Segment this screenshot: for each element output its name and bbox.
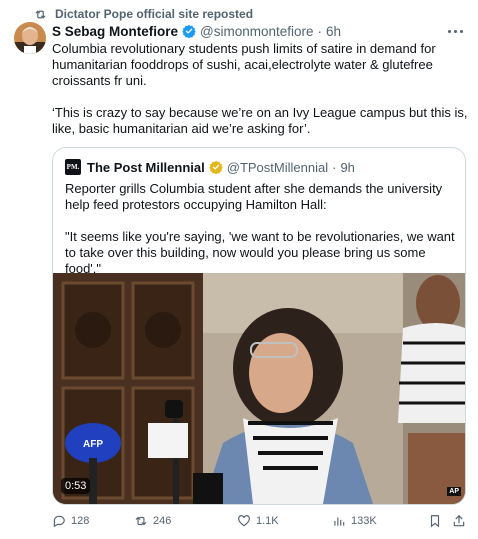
like-count: 1.1K	[256, 515, 279, 527]
tweet-paragraph: Columbia revolutionary students push lim…	[52, 41, 436, 88]
views-count: 133K	[351, 515, 377, 527]
more-options-icon[interactable]	[444, 24, 466, 38]
separator-dot: ·	[332, 159, 337, 175]
quoted-tweet[interactable]: PM. The Post Millennial @TPostMillennial…	[52, 147, 466, 505]
share-button[interactable]	[452, 514, 466, 533]
post-time[interactable]: 6h	[326, 24, 341, 39]
author-name[interactable]: S Sebag Montefiore	[52, 24, 178, 39]
views-icon	[334, 517, 345, 526]
repost-icon	[135, 516, 147, 526]
views-button[interactable]: 133K	[332, 514, 377, 528]
like-button[interactable]: 1.1K	[237, 514, 279, 528]
quote-author-name: The Post Millennial	[87, 159, 205, 175]
repost-label: Dictator Pope official site reposted	[55, 7, 254, 21]
avatar[interactable]	[14, 22, 46, 54]
reply-icon	[53, 515, 65, 528]
verified-badge-icon	[182, 24, 196, 38]
reply-count: 128	[71, 515, 90, 527]
quote-avatar: PM.	[65, 159, 81, 175]
video-thumbnail: AFP	[53, 273, 465, 504]
repost-icon	[35, 10, 46, 18]
bookmark-button[interactable]	[428, 514, 442, 533]
gold-verified-badge-icon	[208, 160, 223, 174]
ap-watermark: AP	[447, 487, 461, 496]
repost-indicator[interactable]: Dictator Pope official site reposted	[34, 6, 253, 22]
video-player[interactable]: AFP 0:53 AP	[53, 273, 465, 504]
repost-button[interactable]: 246	[134, 514, 171, 528]
author-handle[interactable]: @simonmontefiore	[200, 24, 314, 39]
reply-button[interactable]: 128	[52, 514, 89, 528]
tweet-paragraph: ‘This is crazy to say because we’re on a…	[52, 105, 468, 136]
mic-label: AFP	[83, 439, 103, 450]
repost-count: 246	[153, 515, 172, 527]
quote-paragraph: "It seems like you're saying, 'we want t…	[65, 229, 455, 276]
quote-text: Reporter grills Columbia student after s…	[65, 181, 457, 277]
quote-time: 9h	[340, 159, 355, 175]
quote-header: PM. The Post Millennial @TPostMillennial…	[65, 158, 355, 176]
tweet-text: Columbia revolutionary students push lim…	[52, 41, 472, 137]
video-duration: 0:53	[61, 478, 91, 494]
separator-dot: ·	[317, 23, 323, 39]
quote-author-handle: @TPostMillennial	[226, 159, 329, 175]
share-icon	[453, 515, 465, 527]
heart-icon	[238, 515, 250, 527]
quote-paragraph: Reporter grills Columbia student after s…	[65, 181, 443, 212]
bookmark-icon	[430, 515, 440, 528]
action-bar: 128 246 1.1K 133K	[52, 512, 472, 532]
tweet-header: S Sebag Montefiore @simonmontefiore · 6h	[52, 22, 438, 40]
